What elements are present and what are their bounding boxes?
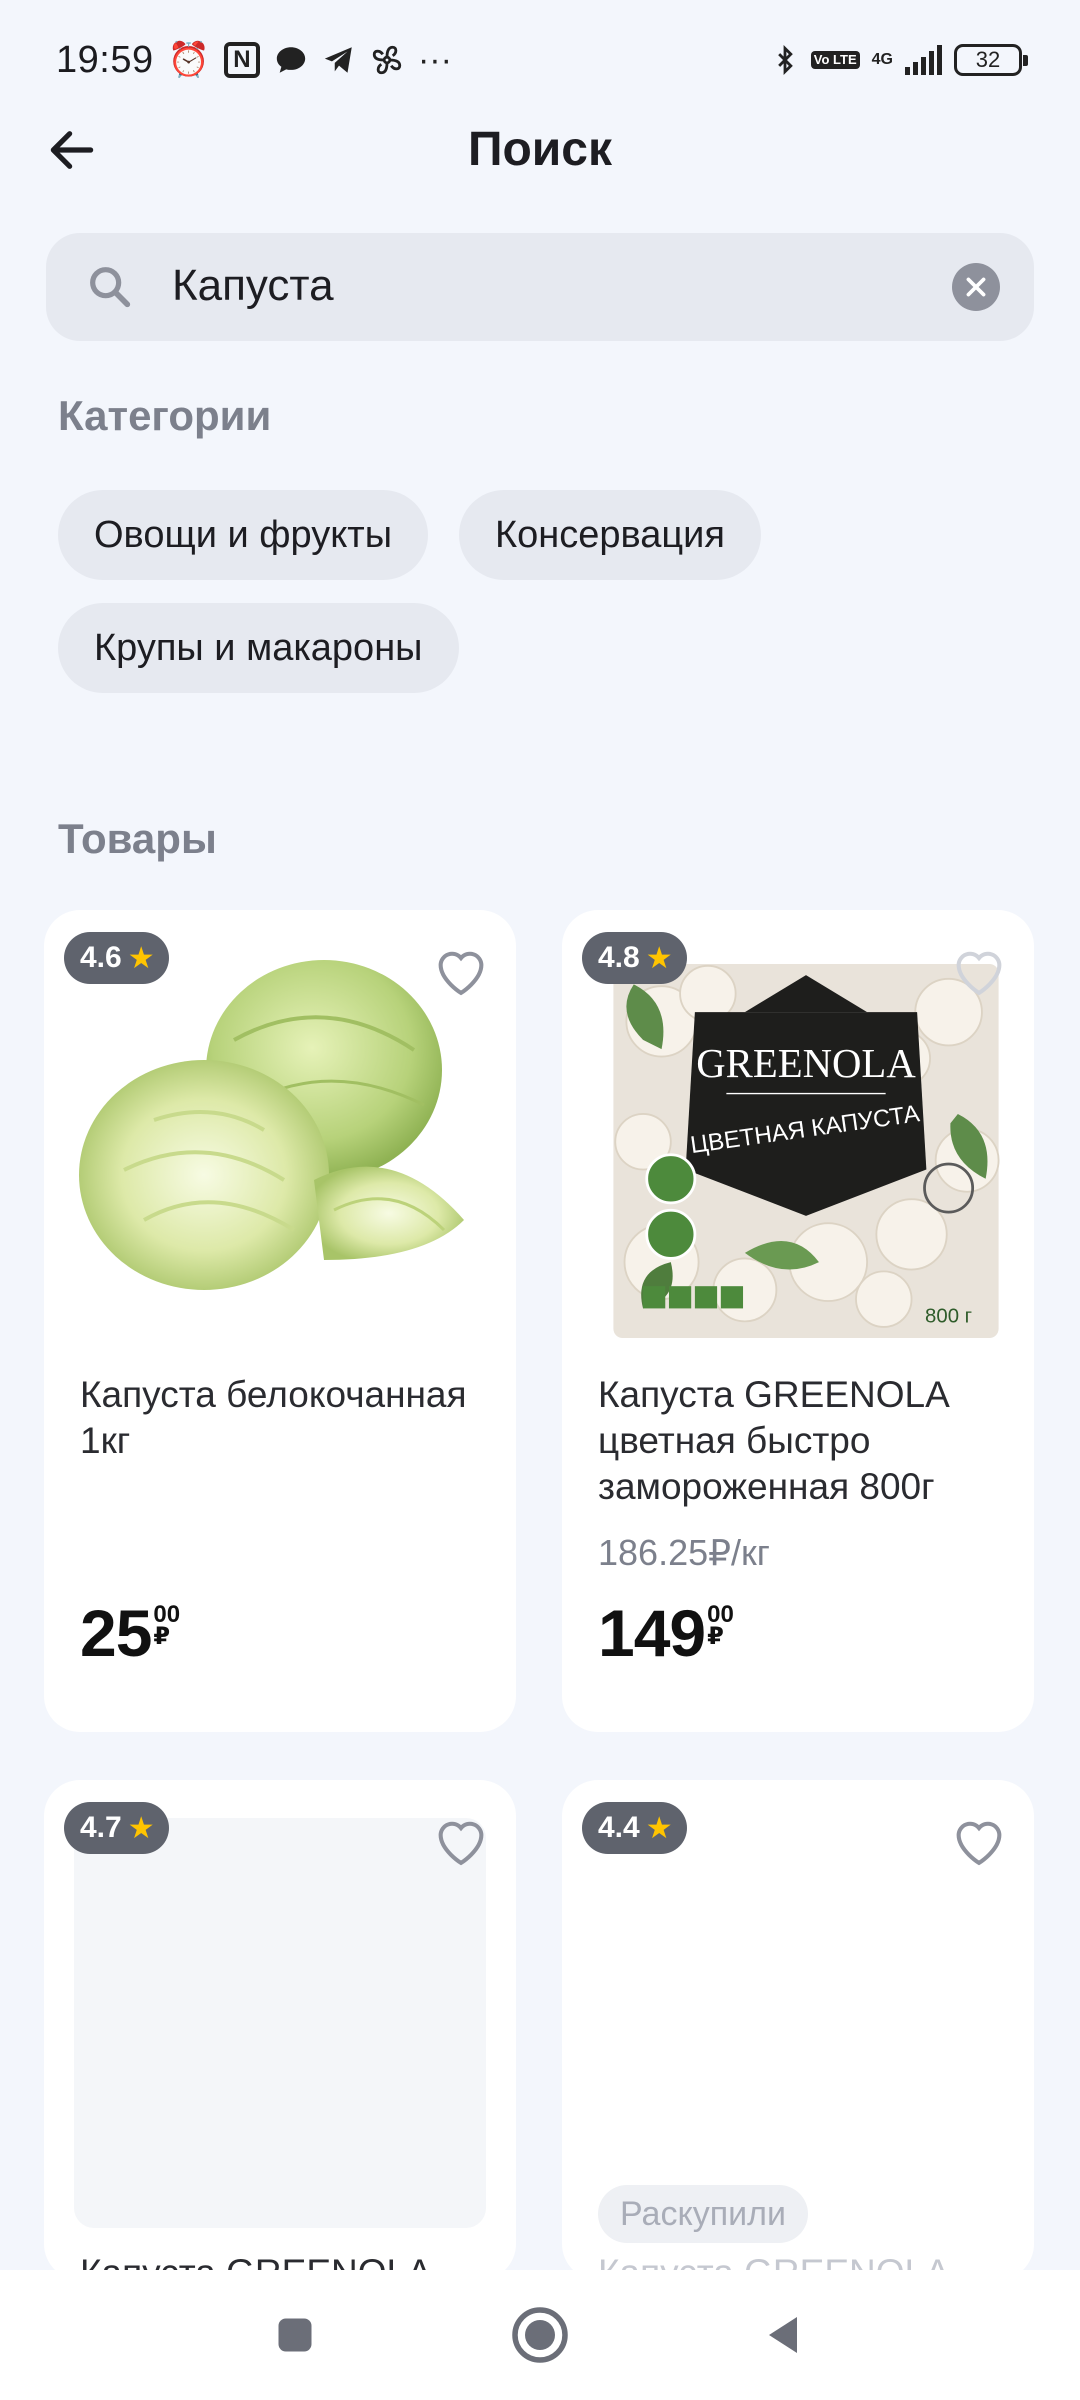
- rating-badge: 4.4 ★: [582, 1802, 687, 1854]
- chat-icon: [276, 47, 306, 73]
- star-icon: ★: [127, 1811, 155, 1845]
- rating-value: 4.6: [80, 941, 122, 974]
- sold-out-badge: Раскупили: [598, 2185, 808, 2243]
- package-weight: 800 г: [925, 1305, 972, 1327]
- package-brand: GREENOLA: [696, 1041, 916, 1086]
- rating-value: 4.4: [598, 1811, 640, 1844]
- product-card[interactable]: 4.4 ★ Раскупили Капуста GREENOLA: [562, 1780, 1034, 2280]
- status-bar: 19:59 ⏰ N ··· Vo LTE 4G 32: [0, 0, 1080, 120]
- unit-price: 186.25₽/кг: [598, 1532, 770, 1573]
- rating-badge: 4.8 ★: [582, 932, 687, 984]
- app-header: Поиск: [0, 110, 1080, 190]
- favorite-heart-icon[interactable]: [948, 942, 1010, 998]
- product-price: 25 00 ₽: [80, 1600, 180, 1666]
- products-title: Товары: [58, 815, 217, 862]
- product-card[interactable]: 4.7 ★ Капуста GREENOLA: [44, 1780, 516, 2280]
- recent-apps-button[interactable]: [262, 2302, 328, 2368]
- star-icon: ★: [127, 941, 155, 975]
- fan-icon: [372, 45, 402, 75]
- category-chip-cereals[interactable]: Крупы и макароны: [58, 603, 459, 693]
- category-chip-vegetables[interactable]: Овощи и фрукты: [58, 490, 429, 580]
- greenola-package-image: GREENOLA ЦВЕТНАЯ КАПУСТА 800 г: [613, 963, 1000, 1339]
- search-icon: [90, 267, 131, 308]
- clear-search-button[interactable]: [952, 263, 1000, 311]
- more-notifications-icon: ···: [417, 41, 452, 79]
- search-field[interactable]: Капуста: [46, 233, 1034, 341]
- price-integer: 149: [598, 1596, 706, 1670]
- product-name: Капуста белокочанная 1кг: [80, 1374, 467, 1461]
- rating-value: 4.8: [598, 941, 640, 974]
- back-nav-button[interactable]: [750, 2302, 816, 2368]
- system-nav-bar: [0, 2270, 1080, 2400]
- star-icon: ★: [645, 941, 673, 975]
- search-input[interactable]: Капуста: [172, 261, 334, 311]
- page-title: Поиск: [467, 123, 613, 176]
- triangle-back-icon: [769, 2317, 797, 2353]
- favorite-heart-icon[interactable]: [948, 1812, 1010, 1868]
- currency-symbol: ₽: [707, 1623, 724, 1650]
- alarm-icon: ⏰: [167, 41, 210, 79]
- home-circle-icon: [512, 2307, 568, 2363]
- telegram-icon: [324, 47, 352, 73]
- nfc-icon: N: [223, 42, 260, 78]
- product-card[interactable]: GREENOLA ЦВЕТНАЯ КАПУСТА 800 г 4.8 ★ Кап…: [562, 910, 1034, 1732]
- rating-badge: 4.6 ★: [64, 932, 169, 984]
- categories-title: Категории: [58, 392, 272, 439]
- rating-badge: 4.7 ★: [64, 1802, 169, 1854]
- product-price: 149 00 ₽: [598, 1600, 734, 1666]
- star-icon: ★: [645, 1811, 673, 1845]
- home-button[interactable]: [507, 2302, 573, 2368]
- clear-icon: [966, 277, 986, 297]
- volte-icon: Vo LTE: [810, 51, 860, 69]
- battery-icon: 32: [954, 44, 1028, 76]
- favorite-heart-icon[interactable]: [430, 942, 492, 998]
- square-icon: [278, 2318, 312, 2352]
- price-integer: 25: [80, 1596, 152, 1670]
- rating-value: 4.7: [80, 1811, 122, 1844]
- category-chip-conservation[interactable]: Консервация: [459, 490, 761, 580]
- bluetooth-icon: [777, 44, 793, 76]
- product-card[interactable]: 4.6 ★ Капуста белокочанная 1кг 25 00 ₽: [44, 910, 516, 1732]
- favorite-heart-icon[interactable]: [430, 1812, 492, 1868]
- product-name: Капуста GREENOLA цветная быстро замороже…: [598, 1374, 948, 1507]
- product-image-placeholder: [74, 1818, 486, 2228]
- currency-symbol: ₽: [153, 1623, 171, 1650]
- network-type: 4G: [871, 51, 893, 68]
- signal-icon: [905, 45, 942, 75]
- battery-level: 32: [975, 47, 1001, 72]
- status-time: 19:59: [56, 38, 154, 81]
